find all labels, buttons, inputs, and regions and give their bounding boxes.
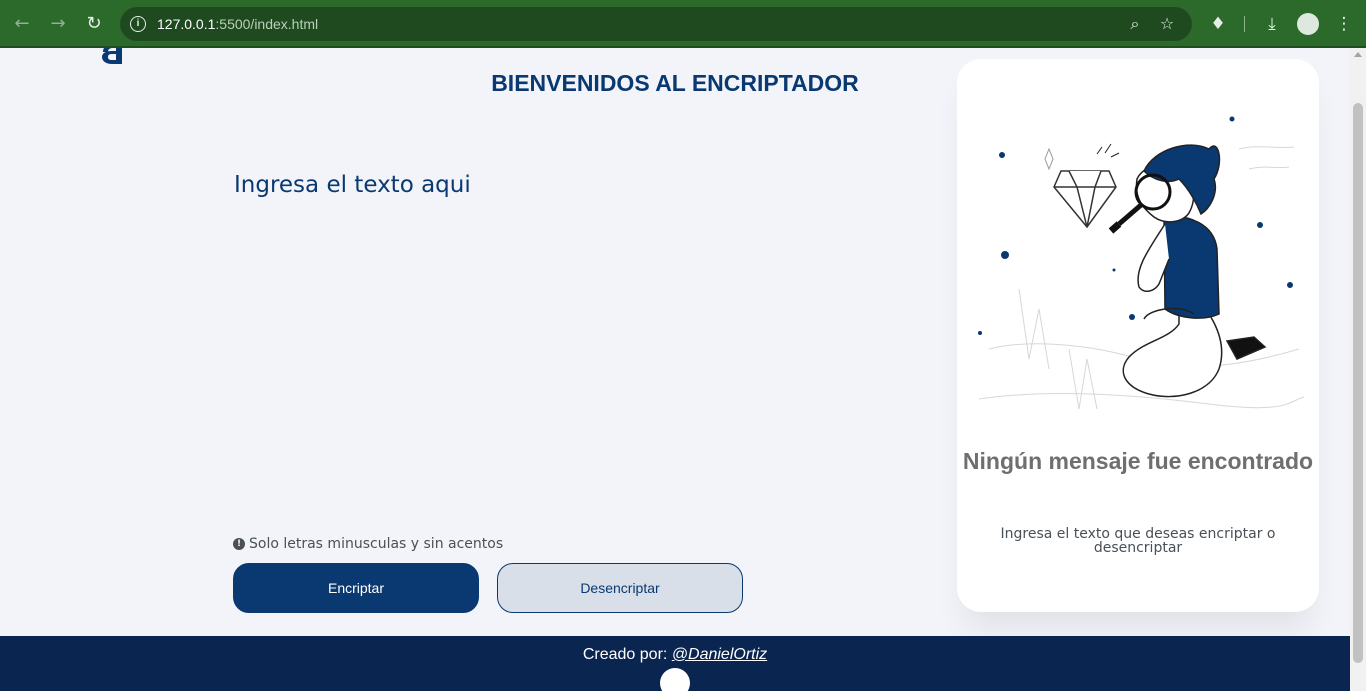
encrypt-button[interactable]: Encriptar (233, 563, 479, 613)
extensions-icon[interactable]: ♦ (1206, 12, 1230, 36)
download-icon[interactable]: ⤓ (1260, 12, 1284, 36)
footer: Creado por: @DanielOrtiz (0, 636, 1350, 691)
scrollbar-thumb[interactable] (1353, 103, 1363, 663)
footer-credit: Creado por: @DanielOrtiz (0, 646, 1350, 664)
site-info-icon[interactable]: i (130, 16, 146, 32)
page-scrollbar[interactable] (1350, 48, 1366, 691)
github-icon[interactable] (660, 668, 690, 691)
input-hint: ! Solo letras minusculas y sin acentos (233, 536, 503, 552)
browser-toolbar: ← → ↻ i 127.0.0.1:5500/index.html ⌕ ☆ ♦ … (0, 0, 1366, 48)
result-card: Ningún mensaje fue encontrado Ingresa el… (957, 59, 1319, 612)
logo-icon (102, 48, 122, 64)
menu-icon[interactable]: ⋮ (1332, 12, 1356, 36)
person-with-magnifier-illustration (978, 116, 1305, 410)
text-input[interactable] (234, 172, 874, 512)
address-bar[interactable]: i 127.0.0.1:5500/index.html ⌕ ☆ (120, 7, 1192, 41)
page-content: BIENVENIDOS AL ENCRIPTADOR ! Solo letras… (0, 48, 1350, 691)
url-path: :5500/index.html (215, 16, 319, 32)
exclamation-icon: ! (233, 538, 245, 550)
forward-icon[interactable]: → (46, 12, 70, 36)
url-text[interactable]: 127.0.0.1:5500/index.html (157, 16, 318, 32)
result-text: Ingresa el texto que deseas encriptar o … (1000, 526, 1276, 556)
zoom-icon[interactable]: ⌕ (1124, 13, 1146, 35)
author-link[interactable]: @DanielOrtiz (672, 646, 767, 663)
profile-avatar[interactable] (1297, 13, 1319, 35)
page-title: BIENVENIDOS AL ENCRIPTADOR (491, 70, 859, 96)
scroll-up-icon[interactable] (1354, 52, 1362, 57)
url-host: 127.0.0.1 (157, 16, 216, 32)
reload-icon[interactable]: ↻ (82, 12, 106, 36)
footer-prefix: Creado por: (582, 646, 672, 663)
back-icon[interactable]: ← (10, 12, 34, 36)
bookmark-star-icon[interactable]: ☆ (1156, 13, 1178, 35)
result-title: Ningún mensaje fue encontrado (962, 448, 1314, 474)
decrypt-button[interactable]: Desencriptar (497, 563, 743, 613)
hint-text: Solo letras minusculas y sin acentos (249, 536, 504, 552)
toolbar-separator (1244, 16, 1245, 32)
